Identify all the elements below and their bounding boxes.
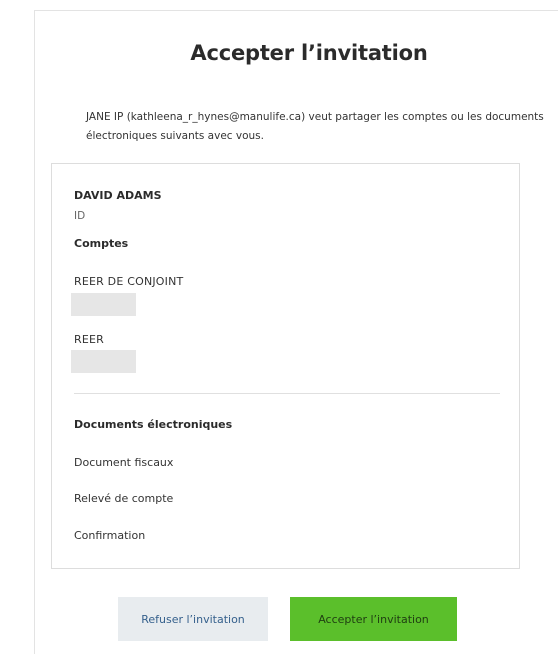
account-label-spousal-rrsp: REER DE CONJOINT [74, 275, 184, 288]
document-item-statement: Relevé de compte [74, 492, 174, 505]
section-divider [74, 393, 500, 394]
account-owner-name: DAVID ADAMS [74, 189, 162, 202]
account-number-redacted [71, 293, 136, 316]
accounts-heading: Comptes [74, 237, 129, 250]
shared-items-card: DAVID ADAMS ID Comptes REER DE CONJOINT … [51, 163, 520, 569]
account-number-redacted [71, 350, 136, 373]
account-label-rrsp: REER [74, 333, 104, 346]
document-item-confirmation: Confirmation [74, 529, 146, 542]
account-owner-id-label: ID [74, 210, 86, 222]
decline-invitation-button[interactable]: Refuser l’invitation [118, 597, 268, 641]
document-item-tax: Document fiscaux [74, 456, 174, 469]
accept-invitation-button[interactable]: Accepter l’invitation [290, 597, 457, 641]
dialog-title: Accepter l’invitation [190, 41, 428, 65]
documents-heading: Documents électroniques [74, 418, 233, 431]
invitation-message: JANE IP (kathleena_r_hynes@manulife.ca) … [86, 111, 544, 142]
